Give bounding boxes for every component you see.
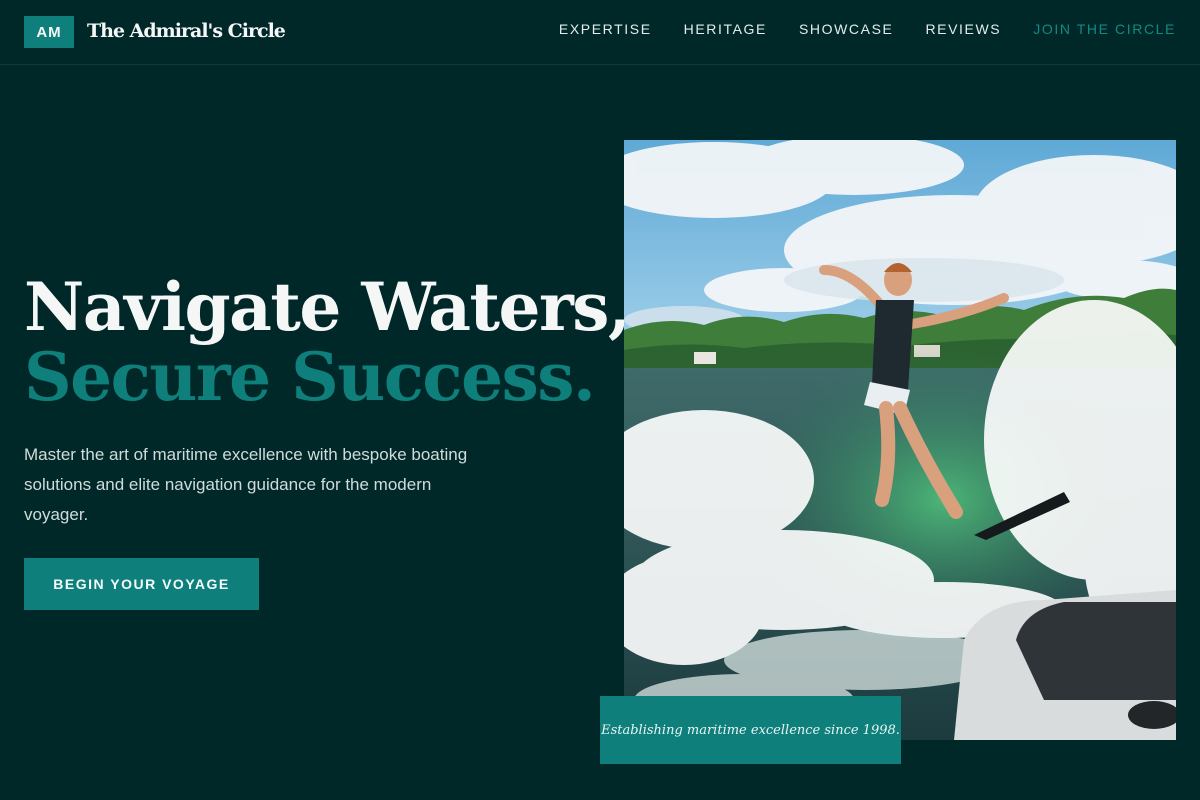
nav-link-heritage[interactable]: HERITAGE (684, 21, 767, 37)
hero-photo (624, 140, 1176, 740)
nav-link-join[interactable]: JOIN THE CIRCLE (1033, 21, 1176, 37)
caption-text: Establishing maritime excellence since 1… (601, 722, 900, 738)
top-nav: AM The Admiral's Circle EXPERTISE HERITA… (0, 0, 1200, 65)
hero-lede: Master the art of maritime excellence wi… (24, 445, 468, 524)
hero-headline: Navigate Waters, Secure Success. (24, 268, 631, 416)
nav-links: EXPERTISE HERITAGE SHOWCASE REVIEWS JOIN… (559, 21, 1176, 37)
headline-line-2: Secure Success. (24, 338, 596, 416)
caption-card: Establishing maritime excellence since 1… (600, 696, 901, 764)
logo-badge[interactable]: AM (24, 16, 74, 48)
brand-name[interactable]: The Admiral's Circle (87, 20, 286, 42)
nav-link-reviews[interactable]: REVIEWS (925, 21, 1001, 37)
begin-voyage-button[interactable]: BEGIN YOUR VOYAGE (24, 558, 259, 610)
headline-line-1: Navigate Waters, (24, 268, 631, 346)
wakeboarder-image (624, 140, 1176, 740)
nav-link-showcase[interactable]: SHOWCASE (799, 21, 893, 37)
nav-link-expertise[interactable]: EXPERTISE (559, 21, 652, 37)
